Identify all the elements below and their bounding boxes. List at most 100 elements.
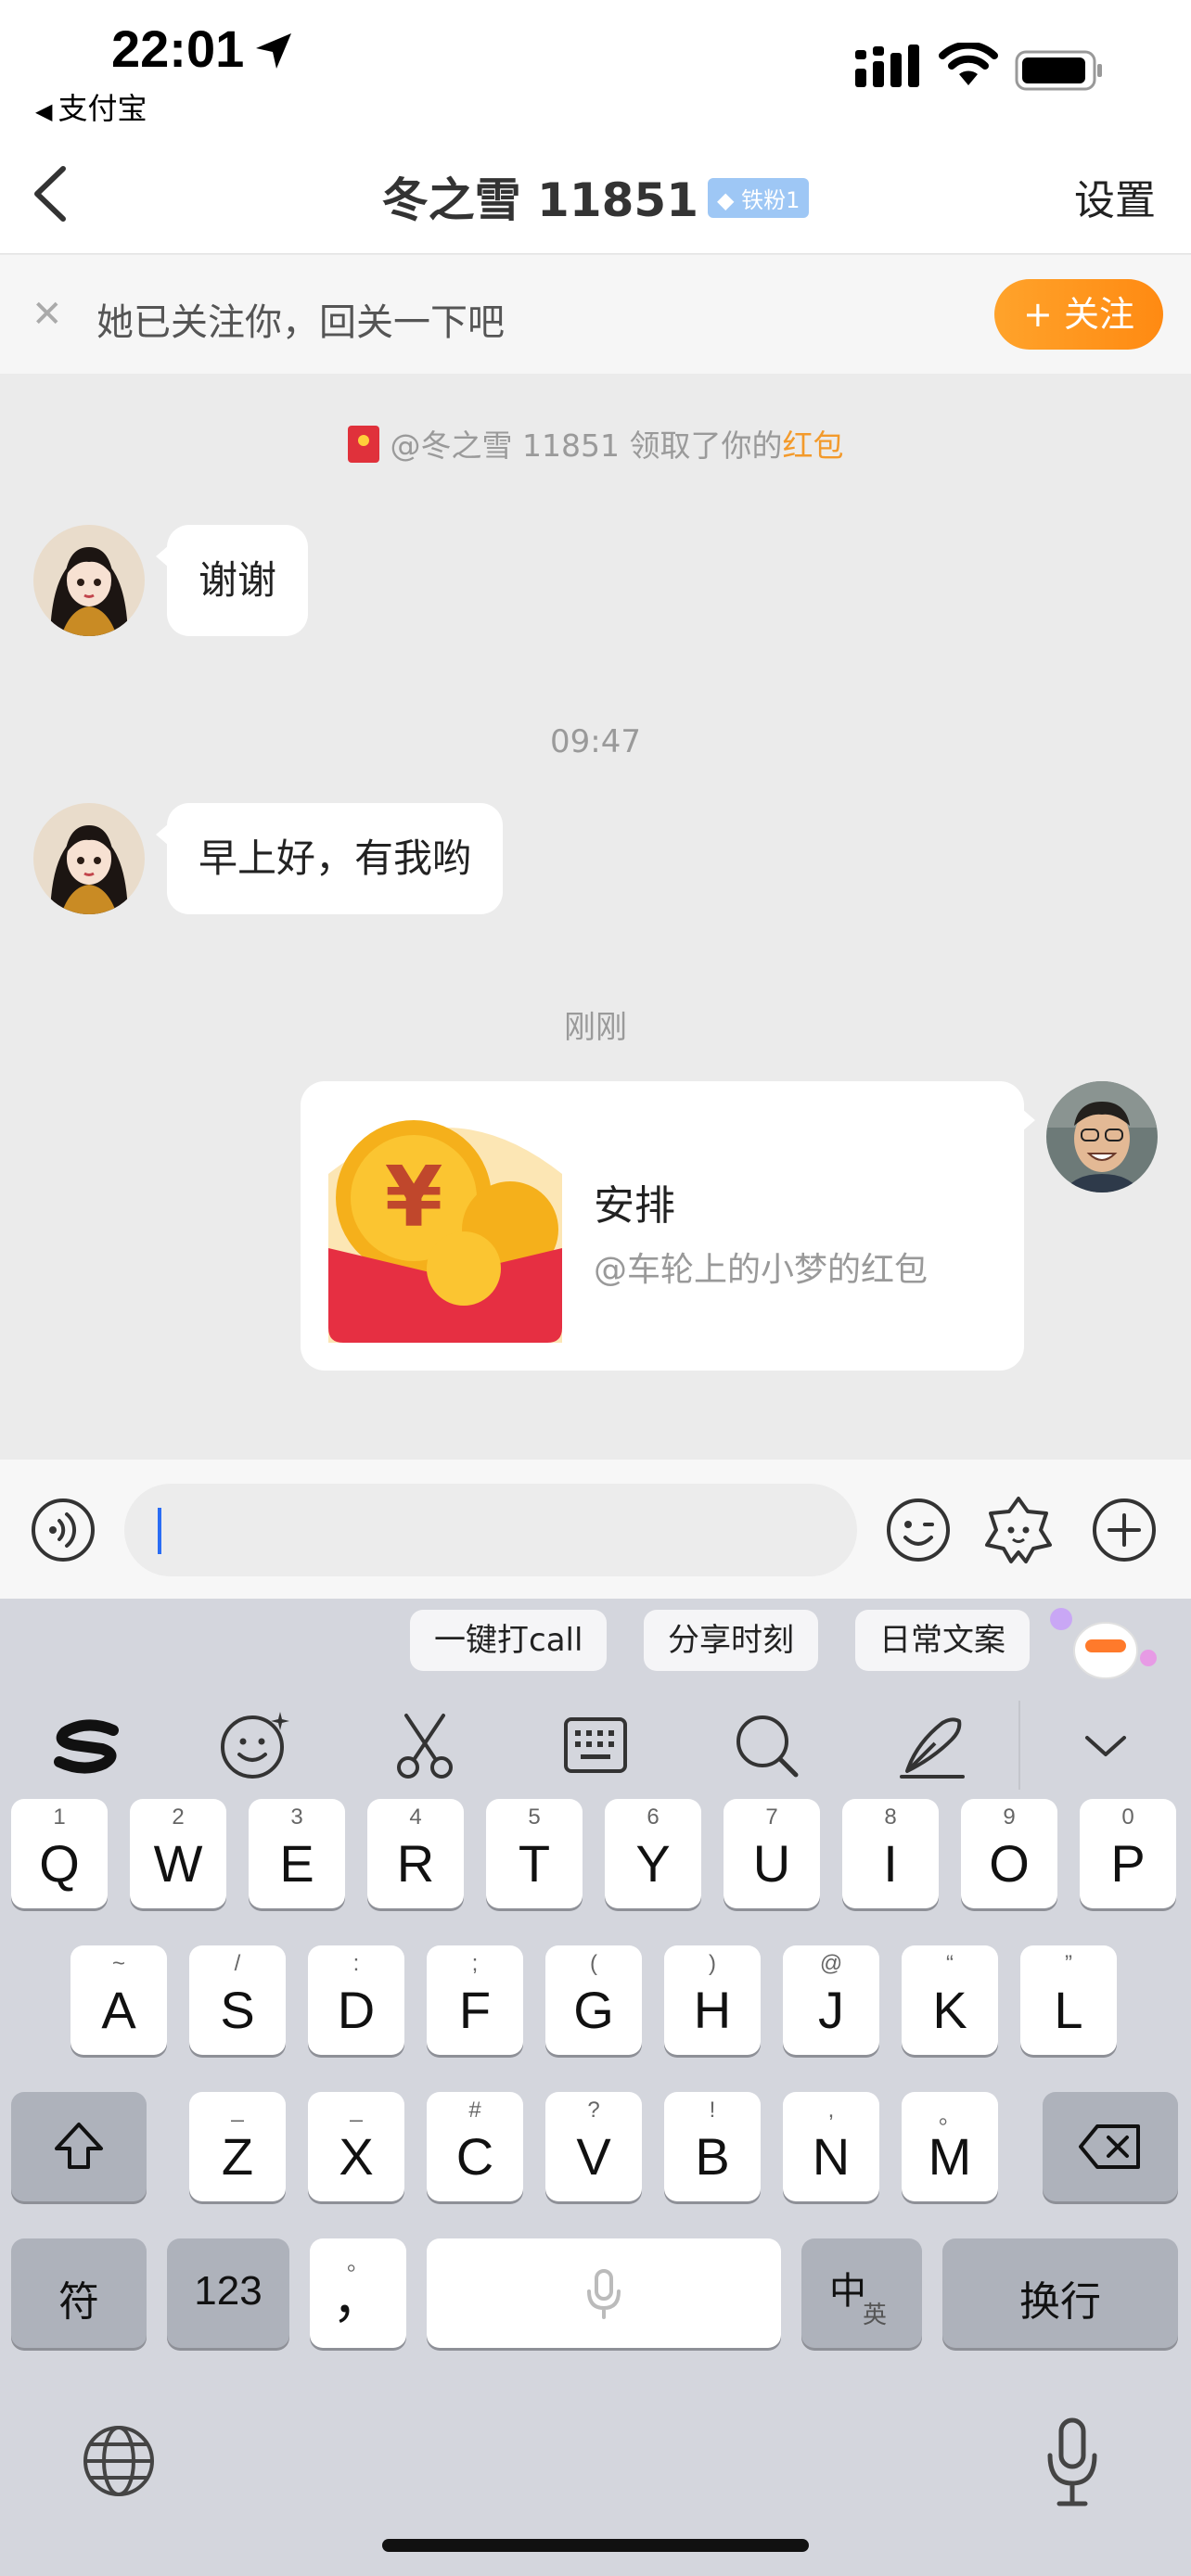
key-f[interactable]: ; F [427,1945,523,2055]
back-app-name: 支付宝 [58,91,147,126]
symbol-key[interactable]: 符 [11,2238,147,2348]
follow-back-text: 她已关注你，回关一下吧 [96,301,505,344]
status-time: 22:01 [111,19,245,78]
message-input[interactable] [124,1484,857,1576]
key-b[interactable]: ! B [664,2092,761,2201]
microphone-icon [587,2269,621,2319]
fan-badge-label: 铁粉1 [741,187,800,213]
contact-name: 冬之雪 11851 [381,173,698,227]
keyboard-toolbar [0,1682,1191,1812]
key-s[interactable]: / S [189,1945,286,2055]
scissors-icon[interactable] [386,1706,464,1784]
red-packet-link[interactable]: 红包 [782,427,843,464]
key-q[interactable]: 1Q [11,1799,108,1908]
key-x[interactable]: _ X [308,2092,404,2201]
number-key[interactable]: 123 [167,2238,289,2348]
message-input-bar [0,1460,1191,1599]
close-icon[interactable]: ✕ [32,296,63,333]
svg-text:¥: ¥ [385,1149,443,1246]
key-z[interactable]: _ Z [189,2092,286,2201]
settings-button[interactable]: 设置 [1074,167,1156,226]
key-t[interactable]: 5T [486,1799,583,1908]
keyboard: 一键打call 分享时刻 日常文案 1 Q 2 W 3 E 4 R 5 T 6 … [0,1599,1191,2576]
return-key[interactable]: 换行 [942,2238,1178,2348]
man-avatar-icon [1046,1081,1158,1192]
girl-avatar-icon [33,803,145,914]
voice-icon[interactable] [30,1497,96,1563]
key-y[interactable]: 6Y [605,1799,701,1908]
suggestion-chip[interactable]: 分享时刻 [644,1610,818,1671]
key-r[interactable]: 4R [367,1799,464,1908]
red-packet-title: 安排 [594,1182,675,1230]
red-packet-icon: ¥ [328,1120,562,1343]
back-triangle-icon: ◀ [35,98,53,124]
search-icon[interactable] [727,1706,805,1784]
girl-avatar-icon [33,525,145,636]
sticker-icon[interactable] [983,1495,1054,1565]
shift-key[interactable] [11,2092,147,2201]
key-m[interactable]: 。 M [902,2092,998,2201]
pen-icon[interactable] [894,1706,972,1784]
home-indicator[interactable] [382,2539,809,2552]
key-c[interactable]: # C [427,2092,523,2201]
dictation-mic-icon[interactable] [1044,2417,1100,2509]
emoji-icon[interactable] [215,1706,293,1784]
message-list[interactable]: @冬之雪 11851 领取了你的红包 谢谢 09:47 早上好，有我哟 刚刚 ¥… [0,375,1191,1460]
fan-level-badge: ◆ 铁粉1 [707,178,810,218]
key-a[interactable]: ~ A [70,1945,167,2055]
logo-icon[interactable] [48,1706,126,1784]
follow-button[interactable]: + 关注 [994,279,1163,350]
back-to-app-link[interactable]: ◀ 支付宝 [35,85,147,128]
punctuation-key[interactable]: 。， [310,2238,406,2348]
key-p[interactable]: 0P [1080,1799,1176,1908]
key-u[interactable]: 7U [724,1799,820,1908]
shift-icon [55,2123,103,2169]
battery-icon [1015,50,1102,91]
chevron-down-icon[interactable] [1067,1706,1145,1784]
location-arrow-icon [256,33,291,69]
message-bubble[interactable]: 谢谢 [155,525,309,636]
cellular-signal-icon [855,45,919,87]
key-w[interactable]: 2W [130,1799,226,1908]
toolbar-divider [1018,1701,1020,1790]
key-o[interactable]: 9O [961,1799,1057,1908]
key-h[interactable]: ) H [664,1945,761,2055]
emoji-icon[interactable] [885,1497,952,1563]
key-d[interactable]: :D [308,1945,404,2055]
key-e[interactable]: 3E [249,1799,345,1908]
key-v[interactable]: ? V [545,2092,642,2201]
suggestion-chip[interactable]: 日常文案 [855,1610,1030,1671]
backspace-icon [1079,2124,1140,2169]
text-caret [158,1508,161,1554]
mascot-icon[interactable] [1048,1600,1159,1684]
key-g[interactable]: (G [545,1945,642,2055]
chat-title: 冬之雪 11851 ◆ 铁粉1 [0,163,1191,230]
key-k[interactable]: “K [902,1945,998,2055]
system-notice-text: @冬之雪 11851 领取了你的 [390,427,783,464]
keyboard-icon[interactable] [557,1706,634,1784]
key-j[interactable]: @ J [783,1945,879,2055]
space-key[interactable] [427,2238,781,2348]
chat-header: 冬之雪 11851 ◆ 铁粉1 设置 [0,139,1191,254]
system-notice: @冬之雪 11851 领取了你的红包 [0,421,1191,466]
message-bubble[interactable]: 早上好，有我哟 [155,803,504,914]
red-packet-message[interactable]: ¥ 安排 @车轮上的小梦的红包 [301,1081,1035,1371]
globe-icon[interactable] [80,2422,158,2500]
language-switch-key[interactable]: 中 英 [801,2238,922,2348]
key-i[interactable]: 8I [842,1799,939,1908]
contact-avatar[interactable] [33,525,145,636]
key-l[interactable]: ” L [1020,1945,1117,2055]
contact-avatar[interactable] [33,803,145,914]
red-packet-subtitle: @车轮上的小梦的红包 [594,1251,928,1289]
status-bar: 22:01 ◀ 支付宝 [0,0,1191,139]
key-n[interactable]: ,N [783,2092,879,2201]
suggestion-chip[interactable]: 一键打call [410,1610,608,1671]
backspace-key[interactable] [1043,2092,1178,2201]
follow-back-banner: ✕ 她已关注你，回关一下吧 + 关注 [0,255,1191,374]
timestamp: 09:47 [550,723,641,760]
red-packet-icon [347,425,379,463]
wifi-icon [939,43,998,85]
plus-icon[interactable] [1091,1497,1158,1563]
my-avatar[interactable] [1046,1081,1158,1192]
timestamp: 刚刚 [564,1009,627,1046]
